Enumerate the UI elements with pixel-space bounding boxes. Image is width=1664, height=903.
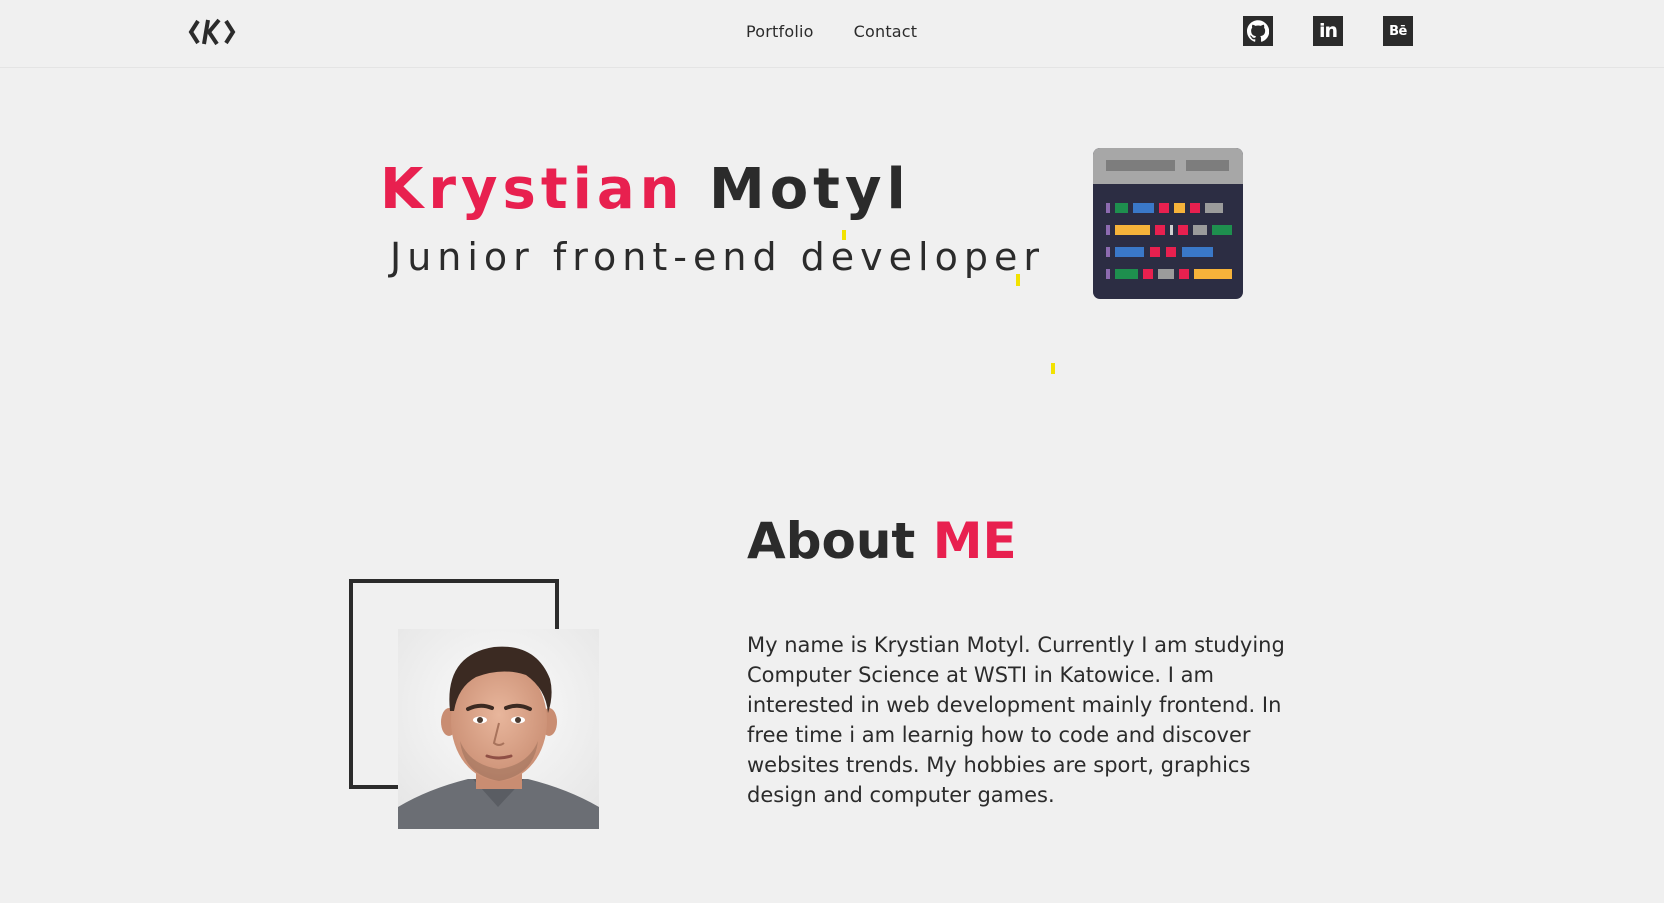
linkedin-icon[interactable]: in (1313, 16, 1343, 46)
decorative-spark (1016, 274, 1020, 286)
profile-photo (398, 629, 599, 829)
nav-links: Portfolio Contact (746, 22, 917, 41)
code-window-illustration (1093, 148, 1243, 299)
top-navigation: Portfolio Contact in Bē (0, 0, 1664, 68)
about-description: My name is Krystian Motyl. Currently I a… (747, 633, 1285, 807)
about-title-main: About (747, 512, 916, 570)
hero-first-name: Krystian (380, 157, 685, 222)
hero-last-name: Motyl (708, 157, 911, 222)
logo-icon[interactable] (188, 16, 236, 48)
about-title-accent: ME (932, 512, 1017, 570)
about-title: About ME (747, 506, 1017, 576)
nav-link-contact[interactable]: Contact (854, 22, 918, 41)
decorative-spark (842, 230, 846, 240)
github-icon[interactable] (1243, 16, 1273, 46)
behance-icon[interactable]: Bē (1383, 16, 1413, 46)
nav-link-portfolio[interactable]: Portfolio (746, 22, 814, 41)
linkedin-label: in (1318, 20, 1338, 42)
hero-name: Krystian Motyl (380, 154, 911, 226)
behance-label: Bē (1389, 23, 1407, 39)
hero-role: Junior front-end developer (390, 235, 1045, 279)
decorative-spark (1051, 363, 1055, 374)
